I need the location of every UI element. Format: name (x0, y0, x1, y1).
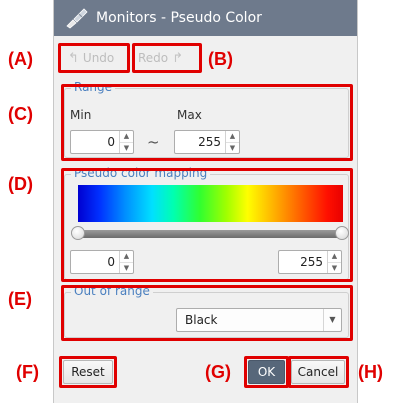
callout-box-g (244, 356, 289, 388)
callout-box-c (61, 84, 353, 161)
window-title: Monitors - Pseudo Color (96, 10, 262, 26)
callout-box-a (58, 43, 130, 73)
callout-label-g: (G) (205, 362, 231, 382)
callout-box-f (59, 356, 117, 388)
callout-box-h (288, 356, 349, 388)
callout-label-b: (B) (208, 49, 233, 69)
callout-box-d (61, 168, 353, 282)
callout-box-e (61, 285, 353, 341)
callout-label-d: (D) (8, 174, 33, 194)
callout-label-c: (C) (8, 104, 33, 124)
brush-icon (66, 8, 88, 29)
callout-box-b (132, 43, 202, 73)
callout-label-a: (A) (8, 49, 33, 69)
callout-label-f: (F) (16, 362, 39, 382)
title-bar: Monitors - Pseudo Color (54, 0, 357, 36)
callout-label-h: (H) (358, 362, 383, 382)
callout-label-e: (E) (8, 289, 32, 309)
